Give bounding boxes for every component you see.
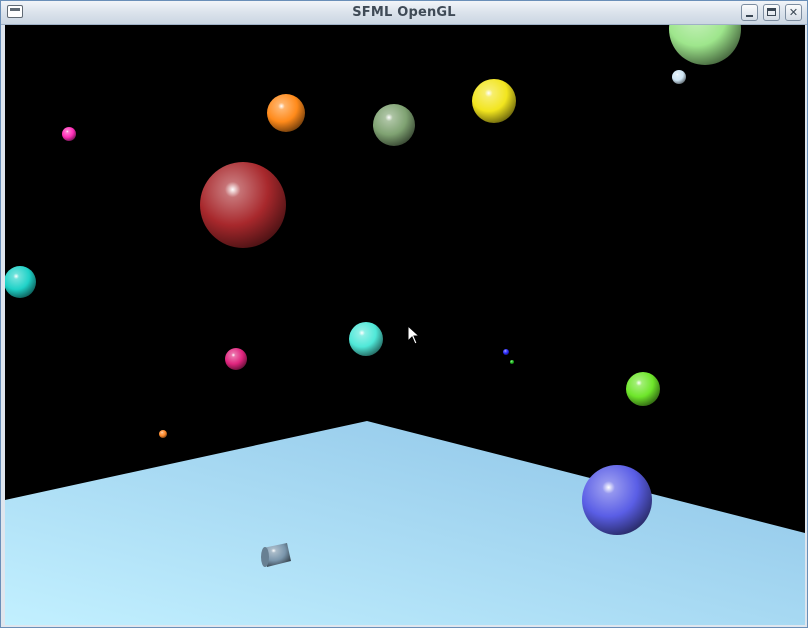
maximize-icon	[767, 8, 776, 16]
sphere-object	[626, 372, 660, 406]
sphere-object	[225, 348, 247, 370]
sphere-object	[503, 349, 509, 355]
sphere-object	[267, 94, 305, 132]
close-button[interactable]: ✕	[785, 4, 802, 21]
window-title: SFML OpenGL	[352, 5, 456, 20]
minimize-button[interactable]	[741, 4, 758, 21]
sphere-object	[472, 79, 516, 123]
maximize-button[interactable]	[763, 4, 780, 21]
scene-canvas[interactable]	[5, 25, 805, 625]
sphere-object	[373, 104, 415, 146]
sphere-object	[159, 430, 167, 438]
close-icon: ✕	[788, 6, 799, 19]
sphere-object	[510, 360, 514, 364]
sphere-object	[582, 465, 652, 535]
sphere-object	[349, 322, 383, 356]
sphere-object	[5, 266, 36, 298]
sphere-object	[200, 162, 286, 248]
sphere-object	[672, 70, 686, 84]
sphere-object	[669, 25, 741, 65]
title-bar[interactable]: SFML OpenGL ✕	[1, 1, 807, 25]
floor-plane	[5, 421, 805, 625]
opengl-viewport[interactable]	[5, 25, 805, 625]
sphere-object	[62, 127, 76, 141]
mouse-pointer-icon	[407, 325, 421, 345]
app-window: SFML OpenGL ✕	[0, 0, 808, 628]
minimize-icon	[746, 15, 753, 17]
